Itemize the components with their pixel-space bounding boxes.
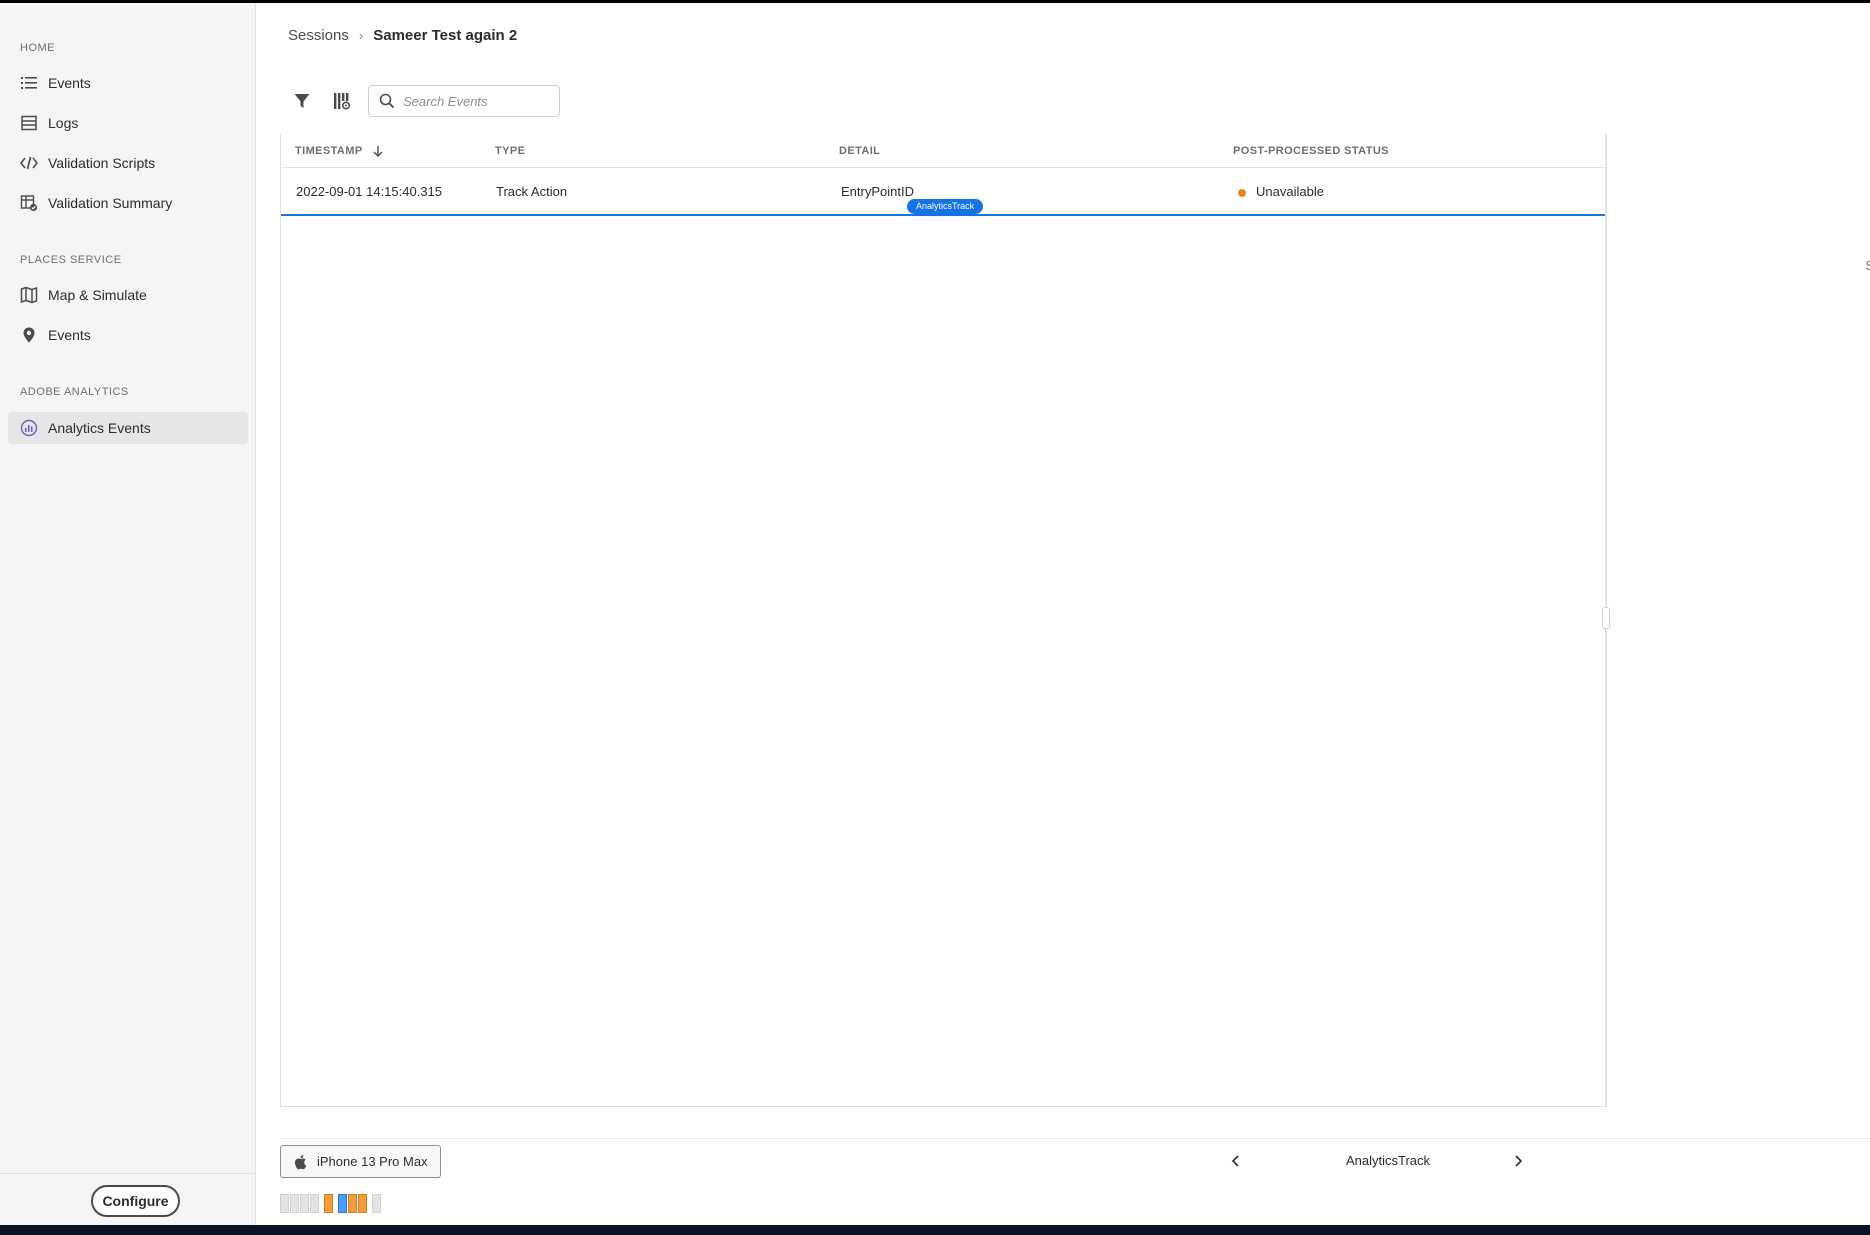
sidebar-item-analytics-events[interactable]: Analytics Events [8, 412, 248, 444]
table-row[interactable]: 2022-09-01 14:15:40.315 Track Action Ent… [281, 168, 1605, 216]
events-table: TIMESTAMP TYPE DETAIL POST-PROCESSED STA… [280, 134, 1606, 1107]
sidebar-item-events[interactable]: Events [8, 67, 248, 99]
sidebar-item-label: Map & Simulate [48, 287, 147, 303]
sidebar-item-map-simulate[interactable]: Map & Simulate [8, 279, 248, 311]
section-heading-adobe-analytics: ADOBE ANALYTICS [20, 386, 129, 398]
chevron-right-icon: › [358, 28, 364, 43]
sidebar-item-places-events[interactable]: Events [8, 319, 248, 351]
cell-timestamp: 2022-09-01 14:15:40.315 [296, 184, 443, 199]
analytics-icon [20, 419, 38, 437]
timeline-cell[interactable] [358, 1194, 367, 1213]
detail-panel: S [1602, 134, 1870, 1107]
status-dot [1238, 188, 1246, 197]
cell-status: Unavailable [1238, 184, 1324, 199]
configure-button[interactable]: Configure [91, 1185, 180, 1217]
sidebar-item-validation-scripts[interactable]: Validation Scripts [8, 147, 248, 179]
section-heading-places-service: PLACES SERVICE [20, 254, 122, 266]
dock-strip [0, 1225, 1870, 1235]
panel-resize-handle[interactable] [1602, 607, 1610, 629]
sidebar-item-label: Validation Summary [48, 195, 173, 211]
event-type-badge: AnalyticsTrack [907, 199, 984, 214]
search-box [368, 85, 560, 117]
column-header-status[interactable]: POST-PROCESSED STATUS [1233, 145, 1389, 157]
breadcrumb: Sessions › Sameer Test again 2 [288, 27, 517, 44]
timeline-cell[interactable] [300, 1194, 309, 1213]
device-selector[interactable]: iPhone 13 Pro Max [280, 1145, 441, 1178]
column-header-detail[interactable]: DETAIL [839, 145, 880, 157]
section-heading-home: HOME [20, 42, 55, 54]
column-header-type[interactable]: TYPE [495, 145, 525, 157]
sidebar-item-label: Logs [48, 115, 79, 131]
summary-icon [20, 194, 38, 212]
timeline-cell[interactable] [348, 1194, 357, 1213]
cell-type: Track Action [496, 184, 568, 199]
timeline-cell[interactable] [338, 1194, 347, 1213]
event-timeline[interactable] [280, 1194, 382, 1213]
app-window: HOME Events Logs Validation Scripts Vali… [0, 3, 1870, 1225]
timeline-cell[interactable] [372, 1194, 381, 1213]
sort-descending-icon [373, 146, 383, 157]
breadcrumb-sessions-link[interactable]: Sessions [288, 27, 349, 44]
pin-icon [20, 326, 38, 344]
sidebar-item-label: Analytics Events [48, 420, 151, 436]
list-icon [20, 74, 38, 92]
search-icon [379, 93, 395, 109]
main-content: Sessions › Sameer Test again 2 TIMESTAMP [272, 3, 1870, 1225]
status-label: Unavailable [1256, 184, 1324, 199]
chevron-right-icon[interactable] [1508, 1151, 1528, 1171]
code-icon [20, 154, 38, 172]
column-header-timestamp[interactable]: TIMESTAMP [295, 145, 384, 157]
device-name: iPhone 13 Pro Max [317, 1154, 428, 1169]
table-header: TIMESTAMP TYPE DETAIL POST-PROCESSED STA… [281, 134, 1605, 168]
sidebar-footer: Configure [0, 1173, 256, 1225]
timeline-cell[interactable] [280, 1194, 289, 1213]
apple-icon [293, 1154, 307, 1170]
sidebar: HOME Events Logs Validation Scripts Vali… [0, 3, 256, 1225]
column-settings-icon[interactable] [328, 87, 356, 115]
timeline-cell[interactable] [290, 1194, 299, 1213]
chevron-left-icon[interactable] [1226, 1151, 1246, 1171]
sidebar-item-label: Events [48, 75, 91, 91]
search-input[interactable] [403, 93, 543, 109]
logs-icon [20, 114, 38, 132]
pager-label: AnalyticsTrack [1346, 1153, 1431, 1168]
cell-detail: EntryPointID [841, 184, 914, 199]
sidebar-item-label: Events [48, 327, 91, 343]
map-icon [20, 286, 38, 304]
detail-panel-text: S [1865, 258, 1870, 273]
toolbar [288, 84, 560, 118]
sidebar-item-label: Validation Scripts [48, 155, 156, 171]
timeline-cell[interactable] [324, 1194, 333, 1213]
page-title: Sameer Test again 2 [373, 27, 518, 44]
filter-icon[interactable] [288, 87, 316, 115]
timeline-cell[interactable] [310, 1194, 319, 1213]
sidebar-item-logs[interactable]: Logs [8, 107, 248, 139]
footer-bar: iPhone 13 Pro Max AnalyticsTrack [280, 1138, 1870, 1188]
sidebar-item-validation-summary[interactable]: Validation Summary [8, 187, 248, 219]
